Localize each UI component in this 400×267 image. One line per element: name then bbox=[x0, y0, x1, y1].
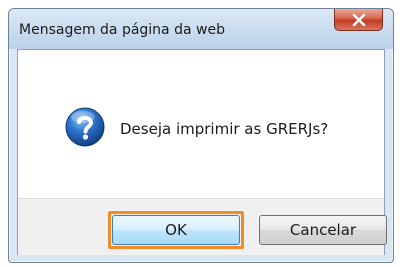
cancel-button[interactable]: Cancelar bbox=[259, 215, 387, 245]
close-icon bbox=[352, 13, 366, 26]
ok-button[interactable]: OK bbox=[112, 215, 240, 245]
button-bar: OK Cancelar bbox=[18, 198, 387, 255]
title-bar[interactable]: Mensagem da página da web bbox=[9, 9, 393, 49]
dialog-message: Deseja imprimir as GRERJs? bbox=[120, 120, 329, 138]
close-button[interactable] bbox=[334, 9, 383, 31]
question-icon bbox=[64, 106, 106, 148]
dialog-body: Deseja imprimir as GRERJs? OK Cancelar bbox=[17, 49, 387, 255]
dialog-title: Mensagem da página da web bbox=[19, 22, 225, 38]
message-area: Deseja imprimir as GRERJs? bbox=[18, 50, 384, 198]
dialog-window: Mensagem da página da web Deseja imprimi… bbox=[8, 8, 394, 263]
